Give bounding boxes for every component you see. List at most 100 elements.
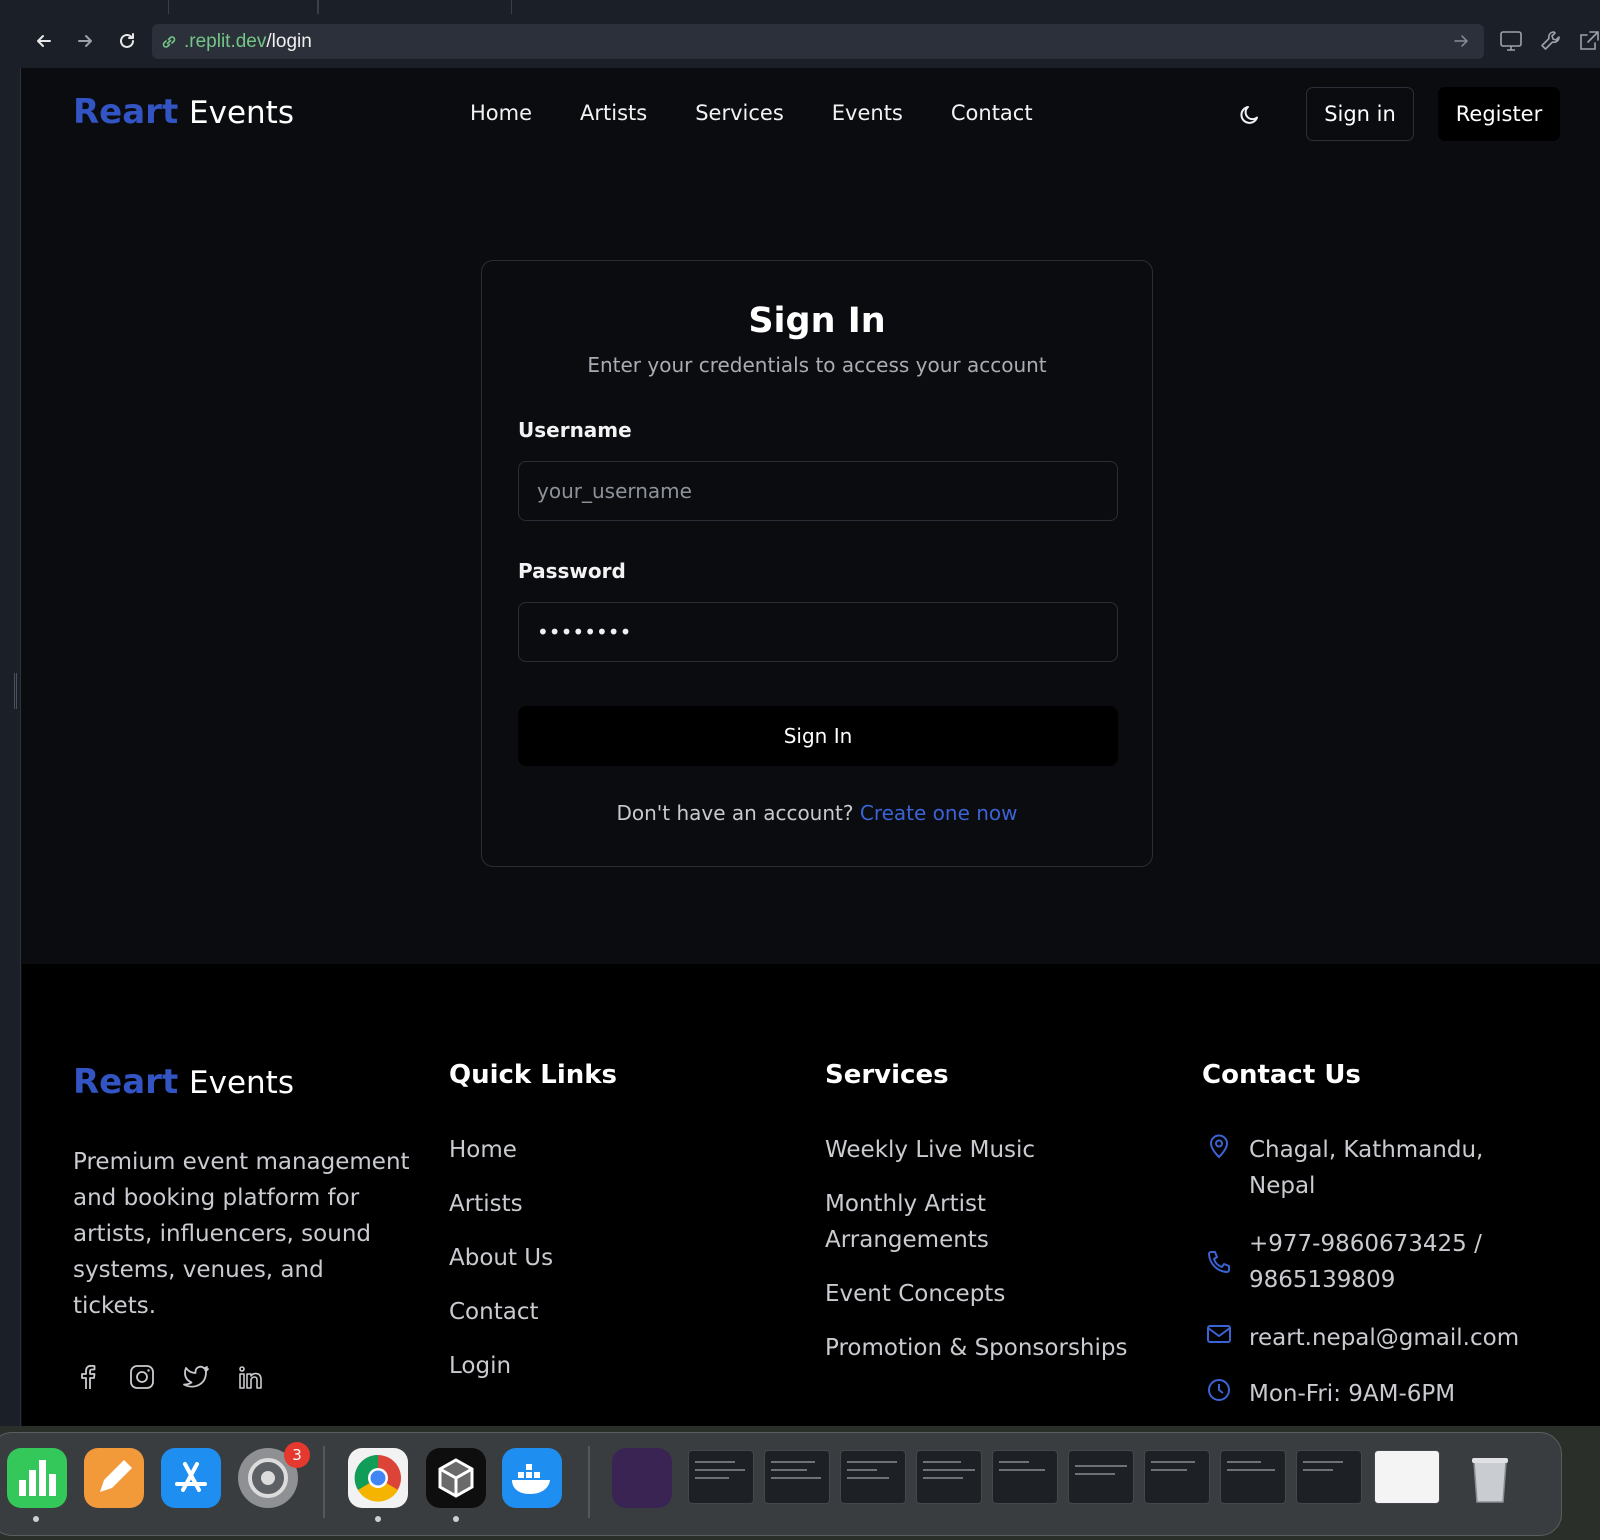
login-card: Sign In Enter your credentials to access… <box>481 260 1153 867</box>
site-footer: Reart Events Premium event management an… <box>22 964 1600 1426</box>
footer-link-contact[interactable]: Contact <box>449 1294 553 1330</box>
quick-links-list: Home Artists About Us Contact Login <box>449 1132 553 1402</box>
folder-preview-icon[interactable] <box>612 1448 672 1508</box>
login-subtitle: Enter your credentials to access your ac… <box>587 353 1047 377</box>
contact-hours: Mon-Fri: 9AM-6PM <box>1205 1376 1455 1412</box>
window-thumbnail[interactable] <box>916 1450 982 1504</box>
running-indicator <box>375 1516 381 1522</box>
webpage: Reart Events Home Artists Services Event… <box>22 68 1600 1426</box>
facebook-icon[interactable] <box>73 1362 103 1392</box>
address-text: Chagal, Kathmandu, Nepal <box>1249 1137 1484 1199</box>
arrow-left-icon <box>37 35 51 47</box>
phone-text: +977-9860673425 / 9865139809 <box>1249 1231 1482 1293</box>
window-thumbnail[interactable] <box>1144 1450 1210 1504</box>
services-title: Services <box>825 1060 949 1090</box>
link-icon <box>162 35 176 48</box>
wrench-icon[interactable] <box>1538 28 1564 54</box>
url-path: /login <box>266 30 312 52</box>
register-button[interactable]: Register <box>1438 87 1560 141</box>
trash-icon[interactable] <box>1460 1448 1520 1508</box>
nav-link-events[interactable]: Events <box>832 101 903 125</box>
browser-tab[interactable] <box>318 0 512 14</box>
monitor-icon[interactable] <box>1498 28 1524 54</box>
running-indicator <box>33 1516 39 1522</box>
register-prompt: Don't have an account? Create one now <box>482 801 1152 825</box>
map-pin-icon <box>1209 1134 1229 1159</box>
external-link-icon[interactable] <box>1576 28 1600 54</box>
brand-primary: Reart <box>73 92 179 132</box>
nav-link-artists[interactable]: Artists <box>580 101 647 125</box>
brand-secondary: Events <box>189 95 294 131</box>
contact-email: reart.nepal@gmail.com <box>1205 1320 1519 1356</box>
nav-link-home[interactable]: Home <box>470 101 532 125</box>
username-label: Username <box>518 418 632 442</box>
login-title: Sign In <box>748 301 886 341</box>
resize-handle[interactable] <box>14 673 17 709</box>
site-logo[interactable]: Reart Events <box>73 92 294 132</box>
footer-link-about[interactable]: About Us <box>449 1240 553 1276</box>
mail-icon <box>1207 1325 1231 1343</box>
nav-link-services[interactable]: Services <box>695 101 784 125</box>
password-input[interactable] <box>518 602 1118 662</box>
window-thumbnail[interactable] <box>764 1450 830 1504</box>
create-account-link[interactable]: Create one now <box>860 801 1018 825</box>
service-item[interactable]: Event Concepts <box>825 1276 1155 1312</box>
go-arrow-icon[interactable] <box>1452 32 1470 50</box>
dock-separator <box>588 1446 590 1518</box>
window-thumbnail[interactable] <box>1374 1450 1440 1504</box>
browser-tab-strip <box>0 0 1600 14</box>
contact-phone: +977-9860673425 / 9865139809 <box>1205 1226 1519 1298</box>
window-thumbnail[interactable] <box>1220 1450 1286 1504</box>
forward-button[interactable] <box>69 25 101 57</box>
password-label: Password <box>518 559 626 583</box>
docker-app-icon[interactable] <box>502 1448 562 1508</box>
window-thumbnail[interactable] <box>1296 1450 1362 1504</box>
sign-in-submit-button[interactable]: Sign In <box>518 706 1118 766</box>
numbers-app-icon[interactable] <box>7 1448 67 1508</box>
instagram-icon[interactable] <box>127 1362 157 1392</box>
arrow-right-icon <box>78 35 92 47</box>
window-thumbnail[interactable] <box>992 1450 1058 1504</box>
footer-link-artists[interactable]: Artists <box>449 1186 553 1222</box>
main-nav: Home Artists Services Events Contact <box>470 101 1081 125</box>
url-domain: .replit.dev <box>184 30 267 52</box>
window-thumbnail[interactable] <box>1068 1450 1134 1504</box>
site-header: Reart Events Home Artists Services Event… <box>22 68 1600 162</box>
footer-link-login[interactable]: Login <box>449 1348 553 1384</box>
pages-app-icon[interactable] <box>84 1448 144 1508</box>
nav-link-contact[interactable]: Contact <box>951 101 1033 125</box>
footer-brand-primary: Reart <box>73 1062 179 1102</box>
quick-links-title: Quick Links <box>449 1060 618 1090</box>
contact-title: Contact Us <box>1202 1060 1361 1090</box>
address-bar[interactable]: .replit.dev/login <box>152 24 1484 59</box>
service-item[interactable]: Weekly Live Music <box>825 1132 1155 1168</box>
side-panel-edge <box>0 68 21 1426</box>
twitter-icon[interactable] <box>181 1362 211 1392</box>
clock-icon <box>1208 1379 1230 1401</box>
service-item[interactable]: Monthly Artist Arrangements <box>825 1186 1025 1258</box>
chrome-app-icon[interactable] <box>348 1448 408 1508</box>
username-input[interactable] <box>518 461 1118 521</box>
contact-address: Chagal, Kathmandu, Nepal <box>1205 1132 1509 1204</box>
moon-icon[interactable] <box>1237 102 1263 128</box>
cube-app-icon[interactable] <box>426 1448 486 1508</box>
notification-badge: 3 <box>284 1442 310 1468</box>
sign-in-button[interactable]: Sign in <box>1306 87 1414 141</box>
linkedin-icon[interactable] <box>235 1362 265 1392</box>
back-button[interactable] <box>28 25 60 57</box>
window-thumbnail[interactable] <box>688 1450 754 1504</box>
running-indicator <box>453 1516 459 1522</box>
email-text[interactable]: reart.nepal@gmail.com <box>1249 1320 1519 1356</box>
reload-icon <box>120 33 134 48</box>
service-item[interactable]: Promotion & Sponsorships <box>825 1330 1155 1366</box>
phone-icon <box>1208 1251 1230 1273</box>
app-store-icon[interactable] <box>161 1448 221 1508</box>
footer-link-home[interactable]: Home <box>449 1132 553 1168</box>
window-thumbnail[interactable] <box>840 1450 906 1504</box>
footer-description: Premium event management and booking pla… <box>73 1149 410 1319</box>
footer-logo[interactable]: Reart Events <box>73 1062 294 1102</box>
hours-text: Mon-Fri: 9AM-6PM <box>1249 1381 1456 1407</box>
browser-tab[interactable] <box>168 0 318 14</box>
reload-button[interactable] <box>111 25 143 57</box>
footer-brand-secondary: Events <box>189 1065 294 1101</box>
